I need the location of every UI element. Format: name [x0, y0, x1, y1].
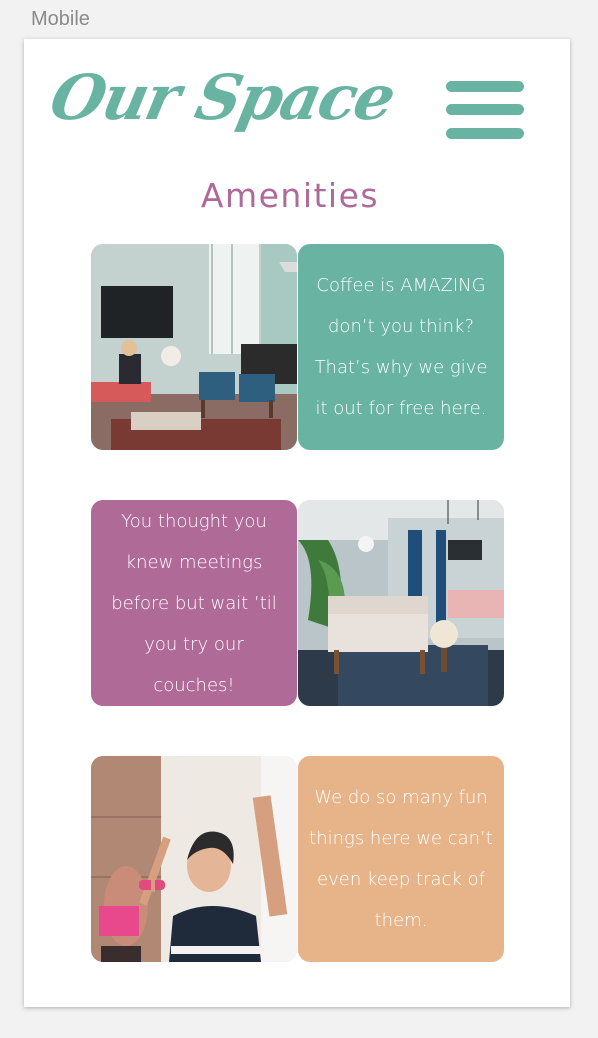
amenity-card-couches: You thought you knew meetings before but…: [91, 500, 297, 706]
amenity-card-coffee: Coffee is AMAZING don’t you think? That’…: [298, 244, 504, 450]
logo[interactable]: Our Space: [44, 61, 400, 134]
amenity-card-fun: We do so many fun things here we can’t e…: [298, 756, 504, 962]
menu-bar-bottom: [446, 128, 524, 139]
section-title: Amenities: [200, 176, 380, 215]
couch-photo: [298, 500, 504, 706]
lounge-photo: [91, 244, 297, 450]
fitness-photo: [91, 756, 297, 962]
mobile-artboard: Our Space Amenities Coffee is AMAZING do…: [24, 39, 570, 1007]
hamburger-menu-icon[interactable]: [446, 81, 524, 141]
menu-bar-top: [446, 81, 524, 92]
menu-bar-middle: [446, 104, 524, 115]
artboard-label: Mobile: [31, 8, 90, 30]
